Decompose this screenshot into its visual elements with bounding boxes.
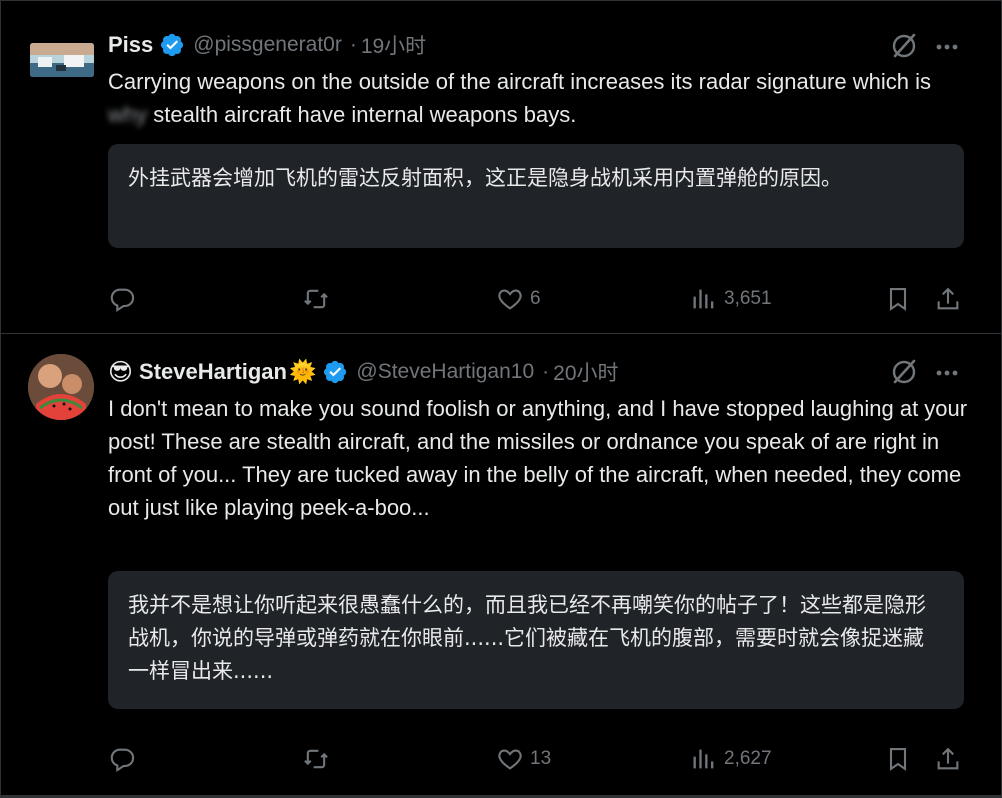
tweet-text-part: stealth aircraft have internal weapons b… xyxy=(147,102,577,127)
tweet-text: Carrying weapons on the outside of the a… xyxy=(108,65,968,131)
like-button[interactable]: 6 xyxy=(496,283,541,315)
retweet-icon xyxy=(304,749,328,769)
like-icon xyxy=(498,289,522,310)
timeline: Piss @pissgenerat0r · 19小时 Carrying weap… xyxy=(0,0,1002,798)
author-handle[interactable]: @SteveHartigan10 xyxy=(356,360,534,384)
separator-dot: · xyxy=(542,360,550,383)
tweet-header: Piss @pissgenerat0r · 19小时 xyxy=(108,29,426,61)
bookmark-icon xyxy=(889,748,907,771)
divider xyxy=(1,795,1001,797)
views-button[interactable]: 2,627 xyxy=(690,743,772,775)
views-count: 3,651 xyxy=(724,288,772,309)
share-button[interactable] xyxy=(934,743,962,775)
views-icon xyxy=(693,749,714,769)
tweet-header: 😎 SteveHartigan 🌞 @SteveHartigan10 · 20小… xyxy=(108,356,619,388)
bookmark-button[interactable] xyxy=(884,283,912,315)
translation-box: 外挂武器会增加飞机的雷达反射面积，这正是隐身战机采用内置弹舱的原因。 xyxy=(108,144,964,248)
tweet[interactable]: 😎 SteveHartigan 🌞 @SteveHartigan10 · 20小… xyxy=(1,334,1001,794)
grok-icon[interactable] xyxy=(889,357,919,387)
retweet-button[interactable] xyxy=(302,743,336,775)
tweet-text-part: Carrying weapons on the outside of the a… xyxy=(108,69,931,94)
author-handle[interactable]: @pissgenerat0r xyxy=(193,33,342,57)
tweet-text: I don't mean to make you sound foolish o… xyxy=(108,396,968,520)
verified-badge-icon[interactable] xyxy=(322,359,348,385)
grok-icon[interactable] xyxy=(889,31,919,61)
action-bar: 13 2,627 xyxy=(108,743,968,775)
share-icon xyxy=(937,747,959,770)
views-button[interactable]: 3,651 xyxy=(690,283,772,315)
retweet-icon xyxy=(304,289,328,309)
reply-button[interactable] xyxy=(108,743,142,775)
views-icon xyxy=(693,289,714,309)
share-icon xyxy=(937,287,959,310)
timestamp[interactable]: 20小时 xyxy=(553,357,618,387)
bookmark-button[interactable] xyxy=(884,743,912,775)
reply-icon xyxy=(110,748,135,773)
like-button[interactable]: 13 xyxy=(496,743,551,775)
reply-button[interactable] xyxy=(108,283,142,315)
sun-emoji: 🌞 xyxy=(288,359,317,384)
tweet[interactable]: Piss @pissgenerat0r · 19小时 Carrying weap… xyxy=(1,5,1001,333)
sunglasses-emoji: 😎 xyxy=(108,358,134,386)
translation-box: 我并不是想让你听起来很愚蠢什么的，而且我已经不再嘲笑你的帖子了！这些都是隐形战机… xyxy=(108,571,964,709)
verified-badge-icon[interactable] xyxy=(159,32,185,58)
more-icon[interactable] xyxy=(933,358,961,386)
reply-icon xyxy=(110,288,135,313)
blurred-word: why xyxy=(108,102,148,127)
views-count: 2,627 xyxy=(724,748,772,769)
like-icon xyxy=(498,749,522,770)
share-button[interactable] xyxy=(934,283,962,315)
avatar[interactable] xyxy=(30,43,94,77)
avatar[interactable] xyxy=(28,354,94,420)
retweet-button[interactable] xyxy=(302,283,336,315)
separator-dot: · xyxy=(349,33,357,56)
like-count: 13 xyxy=(530,748,552,769)
like-count: 6 xyxy=(530,288,541,309)
author-name[interactable]: SteveHartigan xyxy=(139,359,287,385)
more-icon[interactable] xyxy=(933,32,961,60)
author-name[interactable]: Piss xyxy=(108,32,153,58)
bookmark-icon xyxy=(889,288,907,311)
action-bar: 6 3,651 xyxy=(108,283,968,315)
timestamp[interactable]: 19小时 xyxy=(361,30,426,60)
